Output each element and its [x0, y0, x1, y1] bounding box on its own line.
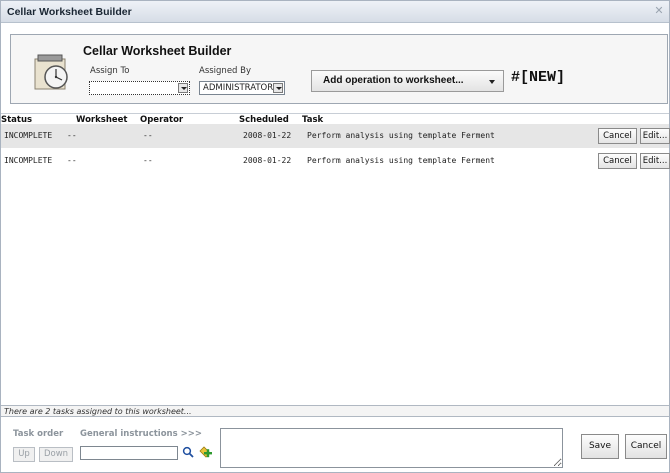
table-row[interactable]: INCOMPLETE -- -- 2008-01-22 Perform anal…: [1, 124, 670, 148]
cell-worksheet: --: [67, 131, 77, 140]
instruction-search-input[interactable]: [80, 446, 178, 460]
general-instructions-textarea[interactable]: [220, 428, 563, 468]
cell-status: INCOMPLETE: [4, 131, 53, 140]
assign-to-select[interactable]: [89, 81, 190, 95]
task-order-label: Task order: [13, 429, 64, 439]
cancel-button[interactable]: Cancel: [625, 434, 667, 459]
cell-worksheet: --: [67, 156, 77, 165]
save-button[interactable]: Save: [581, 434, 619, 459]
cell-status: INCOMPLETE: [4, 156, 53, 165]
window-title: Cellar Worksheet Builder: [7, 6, 132, 18]
assign-to-label: Assign To: [90, 66, 130, 76]
cell-scheduled: 2008-01-22: [243, 131, 292, 140]
table-row[interactable]: INCOMPLETE -- -- 2008-01-22 Perform anal…: [1, 149, 670, 173]
cell-operator: --: [143, 156, 153, 165]
chevron-down-icon: [489, 80, 495, 84]
chevron-down-icon[interactable]: [273, 83, 283, 93]
edit-task-button[interactable]: Edit...: [640, 153, 670, 169]
add-operation-button[interactable]: Add operation to worksheet...: [311, 70, 504, 92]
add-icon[interactable]: [198, 445, 212, 459]
title-bar[interactable]: Cellar Worksheet Builder ✕: [1, 1, 669, 23]
search-icon[interactable]: [182, 446, 194, 458]
move-down-button[interactable]: Down: [39, 447, 73, 462]
cell-scheduled: 2008-01-22: [243, 156, 292, 165]
edit-task-button[interactable]: Edit...: [640, 128, 670, 144]
assigned-by-select[interactable]: ADMINISTRATOR, S: [199, 81, 285, 95]
cell-task: Perform analysis using template Ferment: [307, 156, 495, 165]
close-icon[interactable]: ✕: [653, 5, 665, 17]
status-bar: There are 2 tasks assigned to this works…: [1, 405, 669, 417]
move-up-button[interactable]: Up: [13, 447, 35, 462]
header-panel: Cellar Worksheet Builder Assign To Assig…: [10, 34, 668, 104]
worksheet-id: #[NEW]: [511, 69, 566, 86]
table-header: Status Worksheet Operator Scheduled Task: [1, 113, 669, 125]
general-instructions-label[interactable]: General instructions >>>: [80, 429, 202, 439]
assigned-by-label: Assigned By: [199, 66, 252, 76]
cancel-task-button[interactable]: Cancel: [598, 153, 637, 169]
add-operation-label: Add operation to worksheet...: [323, 75, 464, 86]
chevron-down-icon[interactable]: [178, 83, 188, 93]
cancel-task-button[interactable]: Cancel: [598, 128, 637, 144]
clock-icon: [34, 54, 68, 90]
header-title: Cellar Worksheet Builder: [83, 44, 232, 58]
assigned-by-value: ADMINISTRATOR, S: [203, 83, 273, 93]
cell-operator: --: [143, 131, 153, 140]
cell-task: Perform analysis using template Ferment: [307, 131, 495, 140]
worksheet-builder-window: Cellar Worksheet Builder ✕ Cellar Worksh…: [0, 0, 670, 473]
